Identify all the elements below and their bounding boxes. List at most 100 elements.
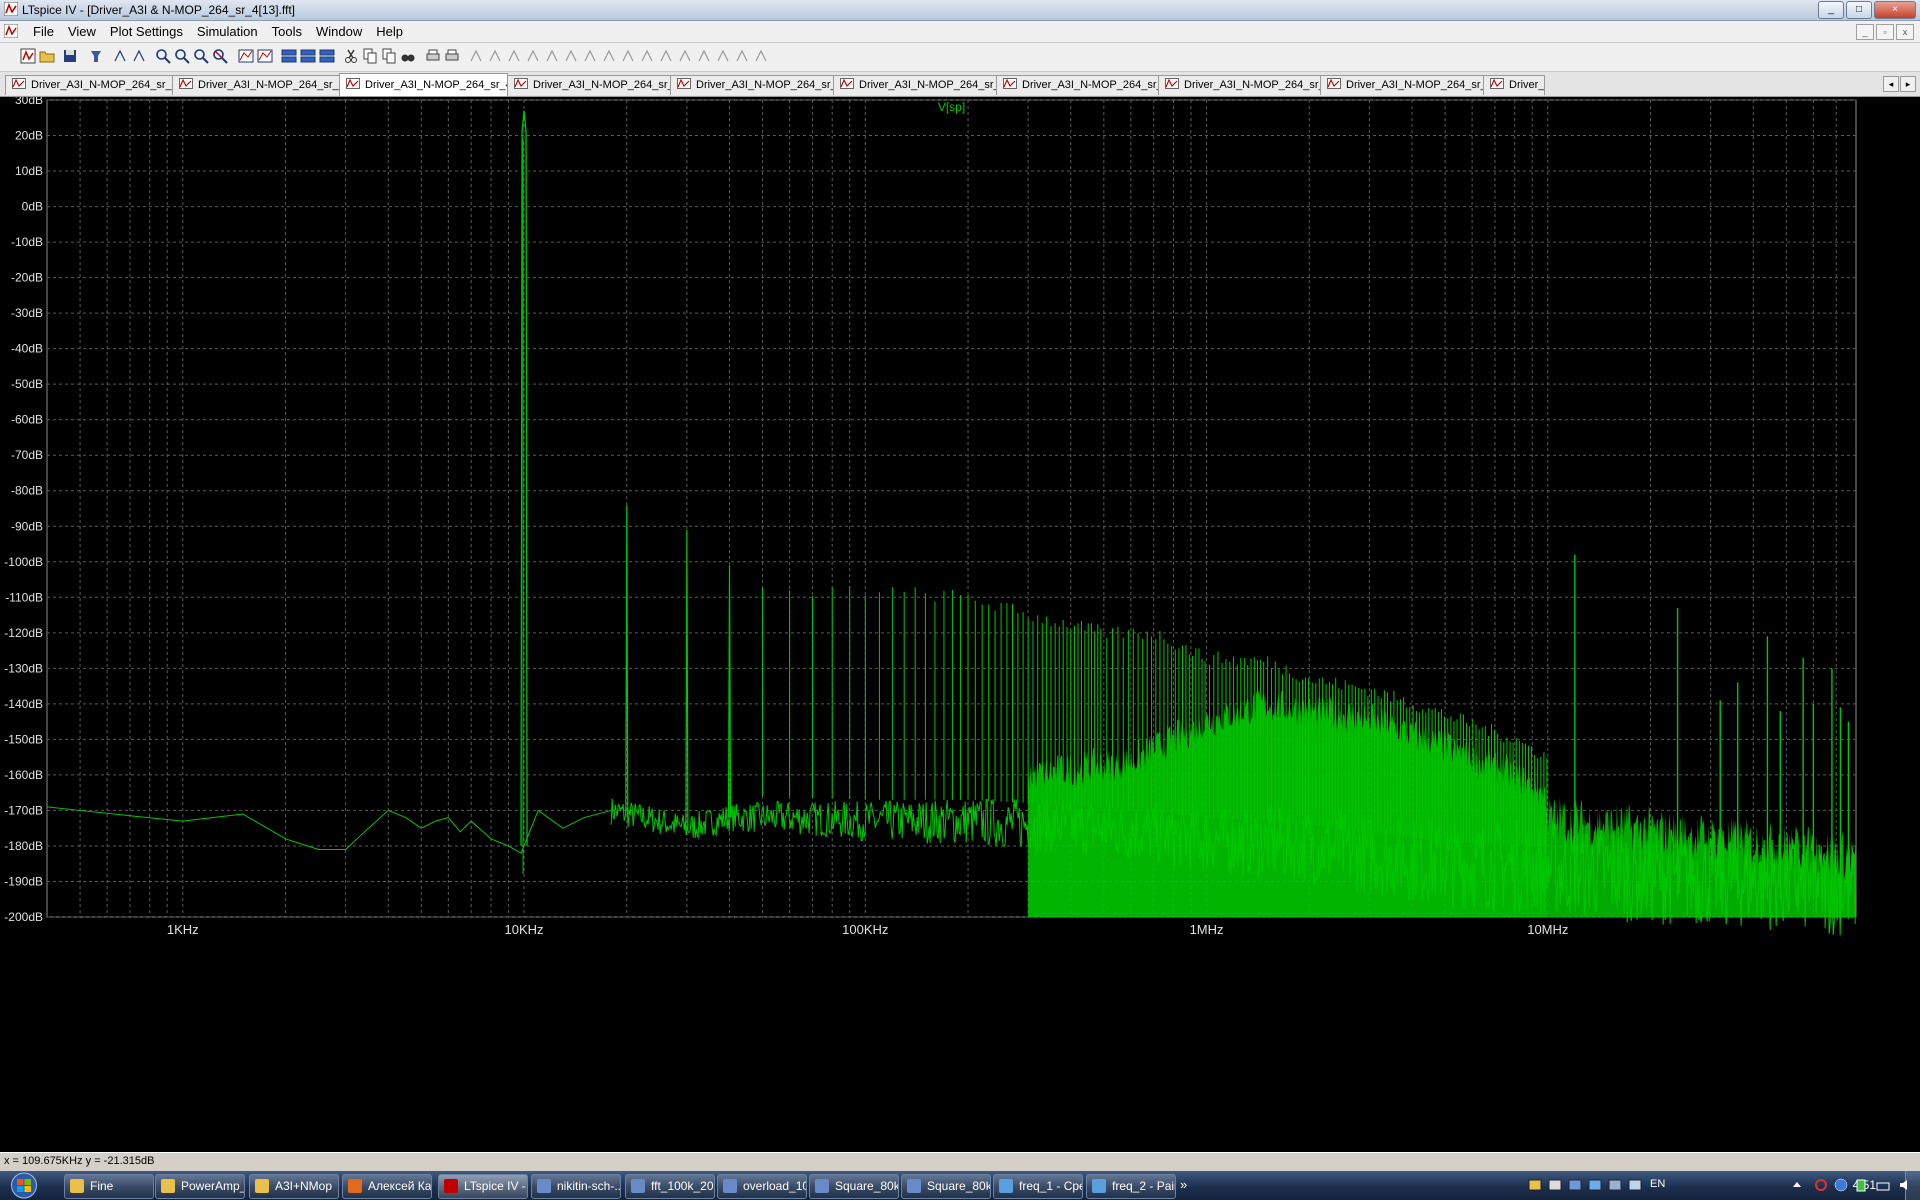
cut-icon[interactable] (343, 48, 359, 64)
print-preview-icon[interactable] (425, 48, 441, 64)
tile-vertical-icon[interactable] (300, 48, 316, 64)
taskbar-item[interactable]: PowerAmp_... (155, 1174, 245, 1199)
taskbar-overflow-button[interactable]: » (1180, 1177, 1187, 1192)
menu-file[interactable]: File (26, 24, 61, 39)
waveform-icon (677, 78, 691, 89)
redo-icon[interactable] (677, 48, 693, 64)
tab-driver-a3i-n-mop-264-sr-4-11-fft[interactable]: Driver_A3I_N-MOP_264_sr_4[11].fft (5, 75, 173, 95)
tab-driver-a3i-n-mop-264-sr-4-6-fft[interactable]: Driver_A3I_N-MOP_264_sr_4[6].fft (1320, 75, 1484, 95)
new-schematic-icon[interactable] (20, 48, 36, 64)
document-icon[interactable] (4, 24, 18, 38)
tab-driver-a[interactable]: Driver_A (1483, 75, 1545, 95)
tab-driver-a3i-n-mop-264-sr-4-12-fft[interactable]: Driver_A3I_N-MOP_264_sr_4[12].fft (172, 75, 340, 95)
label-icon[interactable] (506, 48, 522, 64)
paste-icon[interactable] (381, 48, 397, 64)
taskbar-item[interactable]: Square_80k_... (901, 1174, 991, 1199)
trace-v-sp[interactable] (46, 110, 1856, 936)
run-icon[interactable] (112, 48, 128, 64)
autorange-icon[interactable] (238, 48, 254, 64)
resistor-icon[interactable] (525, 48, 541, 64)
ltspice-app-icon[interactable] (4, 2, 18, 16)
copy-icon[interactable] (362, 48, 378, 64)
spice-directive-icon[interactable] (753, 48, 769, 64)
mirror-icon[interactable] (715, 48, 731, 64)
zoom-fit-icon[interactable] (174, 48, 190, 64)
waveform-plot-pane[interactable]: 30dB 20dB 10dB 0dB -10dB -20dB -30dB -40dB -50dB… (0, 97, 1920, 1152)
open-icon[interactable] (39, 48, 55, 64)
folder-tray-icon[interactable] (1528, 1178, 1542, 1192)
menu-simulation[interactable]: Simulation (190, 24, 265, 39)
start-button[interactable] (2, 1171, 46, 1200)
antivirus-icon[interactable] (1814, 1178, 1828, 1192)
taskbar-item[interactable]: LTspice IV - [... (438, 1174, 528, 1199)
taskbar-item[interactable]: overload_100... (717, 1174, 807, 1199)
capacitor-icon[interactable] (544, 48, 560, 64)
x-tick-label: 1MHz (1190, 922, 1224, 937)
drag-icon[interactable] (639, 48, 655, 64)
tab-driver-a3i-n-mop-264-sr-4-13-fft[interactable]: Driver_A3I_N-MOP_264_sr_4[13].fft (339, 73, 508, 96)
wire-icon[interactable] (468, 48, 484, 64)
menu-plot-settings[interactable]: Plot Settings (103, 24, 190, 39)
tab-label: Driver_A3I_N-MOP_264_sr_4[11].fft (31, 79, 172, 91)
menu-help[interactable]: Help (369, 24, 410, 39)
taskbar-item[interactable]: Алексей Кач... (342, 1174, 432, 1199)
taskbar-item[interactable]: nikitin-sch-... (531, 1174, 621, 1199)
find-icon[interactable] (400, 48, 416, 64)
move-icon[interactable] (620, 48, 636, 64)
tab-driver-a3i-n-mop-264-sr-4-4-fft[interactable]: Driver_A3I_N-MOP_264_sr_4[4].fft (996, 75, 1159, 95)
tab-driver-a3i-n-mop-264-sr-4-1-fft[interactable]: Driver_A3I_N-MOP_264_sr_4[1].fft (507, 75, 671, 95)
tab-scroll-right-button[interactable]: ▸ (1900, 76, 1916, 92)
menu-tools[interactable]: Tools (265, 24, 309, 39)
cascade-icon[interactable] (319, 48, 335, 64)
halt-icon[interactable] (131, 48, 147, 64)
dotted-grid-icon[interactable] (257, 48, 273, 64)
menu-view[interactable]: View (61, 24, 103, 39)
mdi-minimize-button[interactable]: _ (1856, 24, 1874, 40)
zoom-in-icon[interactable] (155, 48, 171, 64)
tab-driver-a3i-n-mop-264-sr-4-5-fft[interactable]: Driver_A3I_N-MOP_264_sr_4[5].fft (1158, 75, 1321, 95)
taskbar-item[interactable]: freq_2 - Paint (1086, 1174, 1176, 1199)
save-icon[interactable] (62, 48, 78, 64)
tab-scroll-left-button[interactable]: ◂ (1883, 76, 1899, 92)
inductor-icon[interactable] (563, 48, 579, 64)
up-arrow-icon[interactable] (1790, 1178, 1804, 1192)
rotate-icon[interactable] (696, 48, 712, 64)
ground-icon[interactable] (487, 48, 503, 64)
waveform-icon (1003, 78, 1017, 89)
zoom-extents-icon[interactable] (212, 48, 228, 64)
waveform-icon (1327, 78, 1341, 89)
diode-icon[interactable] (582, 48, 598, 64)
display-tray-icon[interactable] (1608, 1178, 1622, 1192)
tab-driver-a3i-n-mop-264-sr-4-3-fft[interactable]: Driver_A3I_N-MOP_264_sr_4[3].fft (833, 75, 997, 95)
fft-plot[interactable]: 30dB 20dB 10dB 0dB -10dB -20dB -30dB -40dB -50dB… (0, 97, 1920, 1152)
globe-icon[interactable] (1834, 1178, 1848, 1192)
battery-icon[interactable] (1854, 1178, 1868, 1192)
taskbar-item[interactable]: A3I+NMop (249, 1174, 339, 1199)
close-button[interactable]: × (1874, 1, 1916, 19)
component-icon[interactable] (601, 48, 617, 64)
network-icon[interactable] (1876, 1178, 1890, 1192)
taskbar-item[interactable]: Fine (64, 1174, 154, 1199)
mdi-close-button[interactable]: x (1896, 24, 1914, 40)
tile-horizontal-icon[interactable] (281, 48, 297, 64)
text-icon[interactable] (734, 48, 750, 64)
taskbar-item[interactable]: freq_1 - Сре... (993, 1174, 1083, 1199)
taskbar-item[interactable]: fft_100k_20k... (625, 1174, 715, 1199)
tab-driver-a3i-n-mop-264-sr-4-2-fft[interactable]: Driver_A3I_N-MOP_264_sr_4[2].fft (670, 75, 834, 95)
undo-icon[interactable] (658, 48, 674, 64)
control-panel-icon[interactable] (88, 48, 104, 64)
mdi-restore-button[interactable]: ▫ (1876, 24, 1894, 40)
menu-window[interactable]: Window (309, 24, 369, 39)
trace-label[interactable]: V[sp] (938, 100, 965, 114)
network-tray-icon[interactable] (1588, 1178, 1602, 1192)
recycle-tray-icon[interactable] (1628, 1178, 1642, 1192)
monitor-tray-icon[interactable] (1568, 1178, 1582, 1192)
document-tray-icon[interactable] (1548, 1178, 1562, 1192)
language-indicator[interactable]: EN (1650, 1178, 1665, 1190)
print-icon[interactable] (444, 48, 460, 64)
volume-icon[interactable] (1898, 1178, 1912, 1192)
minimize-button[interactable]: _ (1818, 1, 1844, 19)
zoom-out-icon[interactable] (193, 48, 209, 64)
maximize-button[interactable]: □ (1846, 1, 1872, 19)
taskbar-item[interactable]: Square_80k_... (809, 1174, 899, 1199)
